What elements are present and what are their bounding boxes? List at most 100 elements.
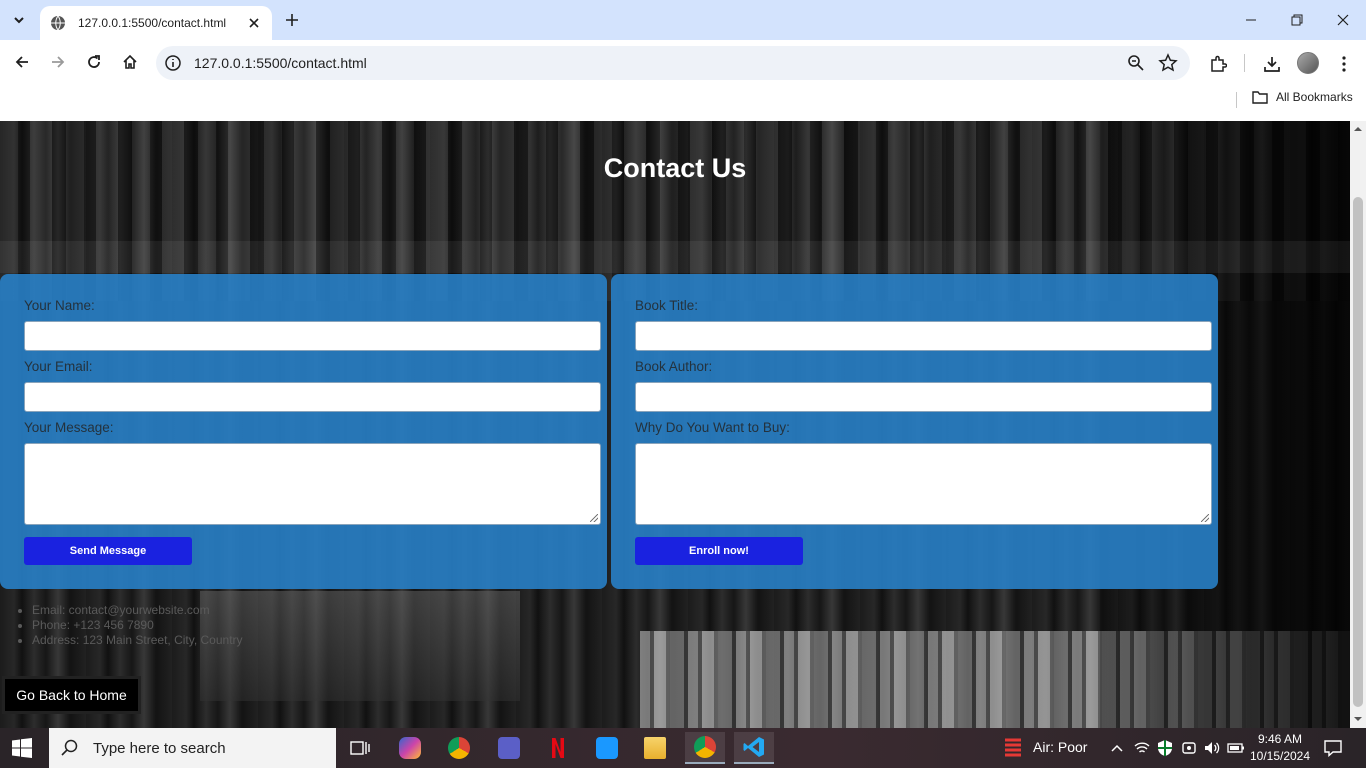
message-label: Your Message: [24,420,114,435]
taskbar: Type here to search Air: Poor 9:46 AM 10… [0,728,1366,768]
close-tab-icon[interactable] [246,15,262,31]
book-author-input[interactable] [635,382,1212,412]
arrow-left-icon [15,56,28,68]
close-window-button[interactable] [1320,0,1366,40]
all-bookmarks-label: All Bookmarks [1276,90,1353,104]
taskbar-search-placeholder: Type here to search [93,739,226,757]
kebab-menu-icon [1342,56,1346,72]
contact-info-list: Email: contact@yourwebsite.com Phone: +1… [18,603,243,648]
clock-time: 9:46 AM [1257,732,1303,746]
background-books [200,591,520,701]
reason-textarea[interactable] [635,443,1212,525]
name-label: Your Name: [24,298,95,313]
chevron-up-icon[interactable] [1110,741,1124,755]
vscode-icon [743,737,764,757]
minimize-button[interactable] [1228,0,1274,40]
system-clock[interactable]: 9:46 AM 10/15/2024 [1246,731,1314,765]
folder-icon [644,737,666,759]
email-label: Your Email: [24,359,93,374]
bookmarks-divider [1236,92,1237,108]
air-quality-icon[interactable] [1003,736,1023,760]
book-author-label: Book Author: [635,359,713,374]
book-title-label: Book Title: [635,298,699,313]
task-view-icon [350,741,370,755]
page-viewport: Contact Us Your Name: Your Email: Your M… [0,121,1350,728]
extensions-button[interactable] [1206,52,1230,76]
minimize-icon [1246,19,1256,21]
bookmarks-bar [0,85,1366,121]
globe-icon [51,15,65,31]
reload-button[interactable] [80,48,108,76]
home-button[interactable] [116,48,144,76]
battery-icon[interactable] [1227,741,1245,755]
email-input[interactable] [24,382,601,412]
go-home-button[interactable]: Go Back to Home [2,676,141,714]
task-view-button[interactable] [340,732,380,764]
taskbar-chrome-active[interactable] [685,732,725,764]
reload-icon [88,55,100,68]
close-icon [1337,14,1349,26]
book-form: Book Title: Book Author: Why Do You Want… [611,274,1218,589]
scroll-up-icon[interactable] [1354,125,1362,133]
tab-title: 127.0.0.1:5500/contact.html [78,16,227,30]
back-button[interactable] [8,48,36,76]
new-tab-button[interactable] [280,8,304,32]
contact-address: Address: 123 Main Street, City, Country [32,633,243,648]
profile-avatar[interactable] [1297,52,1319,74]
zoom-icon[interactable] [1126,53,1146,73]
tab-search-button[interactable] [6,7,32,33]
forward-button[interactable] [44,48,72,76]
search-icon [61,739,78,756]
menu-button[interactable] [1332,52,1356,76]
star-icon[interactable] [1158,53,1178,73]
contact-form: Your Name: Your Email: Your Message: Sen… [0,274,607,589]
taskbar-prime-video[interactable] [587,732,627,764]
taskbar-chrome[interactable] [439,732,479,764]
taskbar-search[interactable]: Type here to search [49,728,336,768]
contact-phone: Phone: +123 456 7890 [32,618,243,633]
taskbar-file-explorer[interactable] [635,732,675,764]
taskbar-teams[interactable] [489,732,529,764]
air-quality-text[interactable]: Air: Poor [1033,739,1087,755]
message-textarea[interactable] [24,443,601,525]
notifications-icon[interactable] [1324,739,1342,757]
network-icon[interactable] [1134,740,1150,756]
taskbar-vscode[interactable] [734,732,774,764]
restore-button[interactable] [1274,0,1320,40]
chrome-profile-icon [694,736,716,758]
page-scrollbar[interactable] [1350,121,1366,728]
teams-icon [498,737,520,759]
plus-icon [286,14,298,26]
send-message-button[interactable]: Send Message [24,537,192,565]
taskbar-copilot[interactable] [390,732,430,764]
address-bar[interactable]: 127.0.0.1:5500/contact.html [156,46,1190,80]
taskbar-netflix[interactable] [538,732,578,764]
security-shield-icon[interactable] [1157,739,1173,757]
download-icon [1264,57,1280,72]
contact-email: Email: contact@yourwebsite.com [32,603,243,618]
device-icon[interactable] [1181,740,1197,756]
name-input[interactable] [24,321,601,351]
enroll-button[interactable]: Enroll now! [635,537,803,565]
restore-icon [1291,14,1303,26]
scroll-down-icon[interactable] [1354,715,1362,723]
copilot-icon [399,737,421,759]
clock-date: 10/15/2024 [1249,749,1311,763]
browser-tab[interactable]: 127.0.0.1:5500/contact.html [40,6,272,40]
book-title-input[interactable] [635,321,1212,351]
tab-strip: 127.0.0.1:5500/contact.html [0,0,1366,40]
volume-icon[interactable] [1204,740,1220,756]
toolbar-divider [1244,54,1245,72]
windows-start-icon[interactable] [12,738,32,758]
scrollbar-thumb[interactable] [1353,197,1363,707]
chevron-down-icon [14,17,24,24]
downloads-button[interactable] [1260,52,1284,76]
url-text[interactable]: 127.0.0.1:5500/contact.html [194,55,367,71]
all-bookmarks-button[interactable]: All Bookmarks [1252,90,1353,104]
site-info-icon[interactable] [164,54,182,72]
resize-grip-icon[interactable] [1201,514,1209,522]
header-band [0,241,1350,273]
home-icon [123,54,137,69]
resize-grip-icon[interactable] [590,514,598,522]
page-title: Contact Us [603,153,747,183]
